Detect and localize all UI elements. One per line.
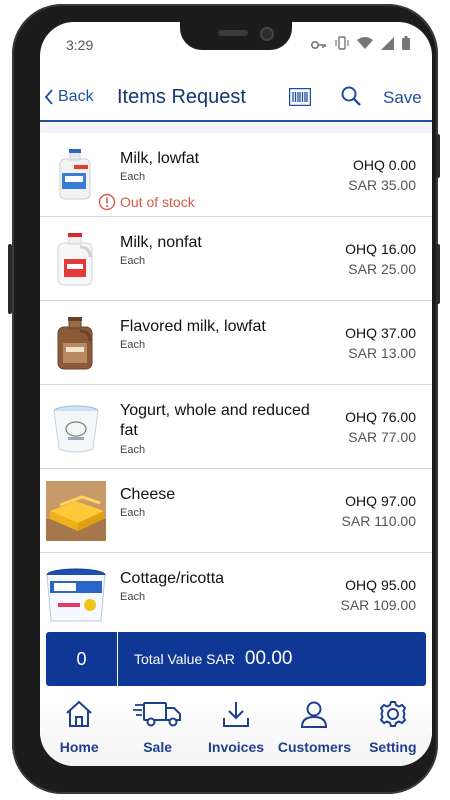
status-time: 3:29 <box>66 37 94 53</box>
out-of-stock-warning: Out of stock <box>98 193 195 211</box>
gear-icon <box>378 700 408 733</box>
list-item[interactable]: Cheese Each OHQ 97.00 SAR 110.00 <box>40 469 432 553</box>
item-name: Cheese <box>120 486 176 503</box>
item-count: 0 <box>46 632 118 686</box>
user-icon <box>299 700 329 733</box>
item-unit: Each <box>120 591 146 603</box>
volume-button <box>8 244 12 314</box>
save-button[interactable]: Save <box>383 88 422 108</box>
list-item[interactable]: Yogurt, whole and reduced fat Each OHQ 7… <box>40 385 432 469</box>
bottom-nav: Home Sale Invoices Customers Setting <box>40 694 432 766</box>
item-unit: Each <box>120 171 146 183</box>
item-unit: Each <box>120 255 146 267</box>
total-bar[interactable]: 0 Total Value SAR 00.00 <box>46 632 426 686</box>
app-bar: Back Items Request Save <box>40 76 432 122</box>
nav-label: Sale <box>143 739 173 755</box>
nav-customers[interactable]: Customers <box>275 694 353 766</box>
item-price: SAR 109.00 <box>340 597 417 613</box>
item-ohq: OHQ 76.00 <box>345 409 416 425</box>
search-icon[interactable] <box>340 85 362 107</box>
list-item[interactable]: Flavored milk, lowfat Each OHQ 37.00 SAR… <box>40 301 432 385</box>
barcode-icon[interactable] <box>288 87 312 107</box>
item-ohq: OHQ 95.00 <box>345 577 416 593</box>
key-icon <box>310 37 327 55</box>
milk-gallon-image <box>46 229 106 289</box>
status-icons <box>310 36 410 55</box>
chevron-left-icon <box>44 88 54 106</box>
cottage-cheese-image <box>46 565 106 625</box>
milk-jug-image <box>46 145 106 205</box>
list-item[interactable]: Milk, nonfat Each OHQ 16.00 SAR 25.00 <box>40 217 432 301</box>
item-unit: Each <box>120 444 146 456</box>
home-icon <box>64 700 94 733</box>
item-unit: Each <box>120 507 146 519</box>
item-unit: Each <box>120 339 146 351</box>
screen: 3:29 Back Items Request Save Milk, lowfa… <box>40 22 432 766</box>
nav-sale[interactable]: Sale <box>118 694 196 766</box>
yogurt-tub-image <box>46 397 106 457</box>
item-name: Yogurt, whole and reduced fat <box>120 402 310 439</box>
nav-label: Home <box>59 739 99 755</box>
nav-setting[interactable]: Setting <box>354 694 432 766</box>
battery-icon <box>402 36 410 55</box>
item-name: Cottage/ricotta <box>120 570 225 587</box>
chocolate-milk-image <box>46 313 106 373</box>
nav-home[interactable]: Home <box>40 694 118 766</box>
side-button <box>436 244 440 304</box>
back-label: Back <box>58 88 94 105</box>
nav-label: Customers <box>277 739 351 755</box>
download-icon <box>221 700 251 733</box>
item-name: Flavored milk, lowfat <box>120 318 266 335</box>
nav-label: Invoices <box>208 739 265 755</box>
list-item[interactable]: Milk, lowfat Each Out of stock OHQ 0.00 … <box>40 133 432 217</box>
truck-icon <box>132 700 183 733</box>
nav-label: Setting <box>369 739 417 755</box>
total-value: 00.00 <box>244 648 293 669</box>
item-name: Milk, nonfat <box>120 234 202 251</box>
warning-icon <box>98 193 116 211</box>
power-button <box>436 134 440 178</box>
item-price: SAR 110.00 <box>341 513 416 529</box>
wifi-icon <box>357 36 373 55</box>
list-separator <box>40 123 432 133</box>
status-bar: 3:29 <box>40 22 432 66</box>
item-price: SAR 77.00 <box>348 429 416 445</box>
item-ohq: OHQ 37.00 <box>345 325 416 341</box>
vibrate-icon <box>335 36 349 55</box>
page-title: Items Request <box>117 86 246 108</box>
item-ohq: OHQ 97.00 <box>345 493 416 509</box>
item-ohq: OHQ 0.00 <box>352 157 416 173</box>
warning-text: Out of stock <box>120 194 195 210</box>
item-price: SAR 35.00 <box>348 177 416 193</box>
cheese-image <box>46 481 106 541</box>
signal-icon <box>381 36 394 55</box>
items-list: Milk, lowfat Each Out of stock OHQ 0.00 … <box>40 133 432 637</box>
nav-invoices[interactable]: Invoices <box>197 694 275 766</box>
total-label: Total Value SAR <box>134 651 235 667</box>
item-name: Milk, lowfat <box>120 150 200 167</box>
list-item[interactable]: Cottage/ricotta Each OHQ 95.00 SAR 109.0… <box>40 553 432 637</box>
item-price: SAR 25.00 <box>348 261 416 277</box>
item-ohq: OHQ 16.00 <box>345 241 416 257</box>
item-price: SAR 13.00 <box>348 345 416 361</box>
back-button[interactable]: Back <box>44 88 94 106</box>
phone-frame: 3:29 Back Items Request Save Milk, lowfa… <box>8 4 440 794</box>
